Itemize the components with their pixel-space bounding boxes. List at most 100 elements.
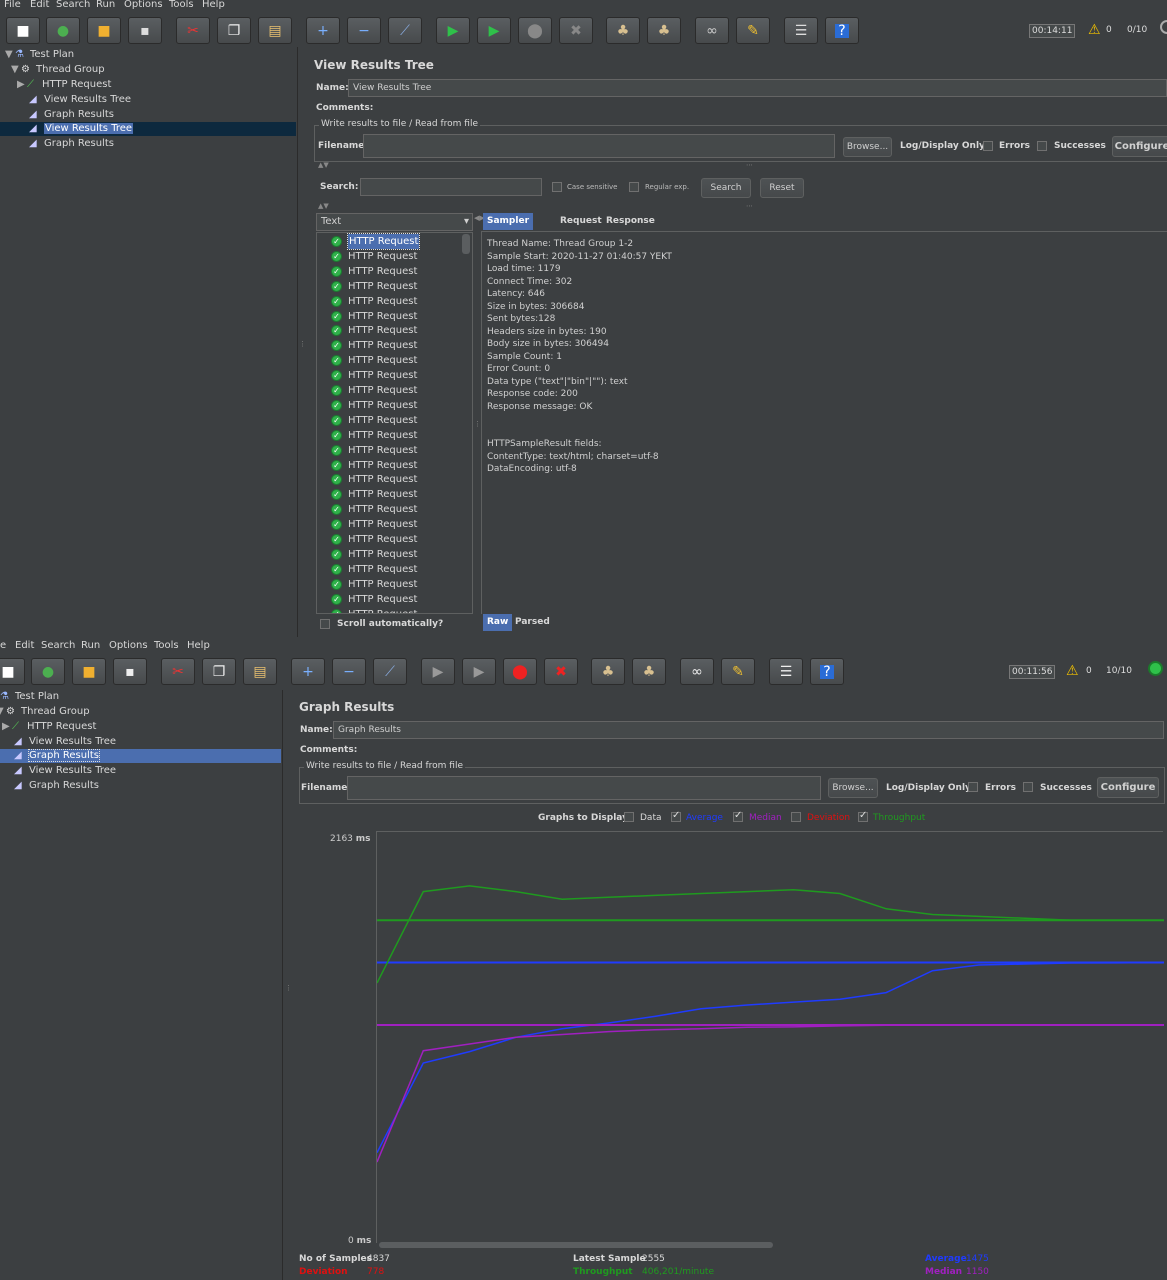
result-list-item[interactable]: ✓ HTTP Request <box>317 309 467 324</box>
result-list-item[interactable]: ✓ HTTP Request <box>317 592 467 607</box>
successes-checkbox[interactable] <box>1037 141 1047 151</box>
function-helper-button-2[interactable]: ☰ <box>769 658 803 685</box>
tree-item-graph-results[interactable]: ◢ Graph Results <box>29 108 114 122</box>
legend-data-checkbox[interactable] <box>624 812 634 822</box>
split-handle-v[interactable]: ⋮ <box>474 420 481 428</box>
shutdown-button-2[interactable]: ✖ <box>544 658 578 685</box>
legend-throughput-checkbox[interactable] <box>858 810 868 822</box>
tab-parsed[interactable]: Parsed <box>511 614 554 631</box>
result-list-item[interactable]: ✓ HTTP Request <box>317 532 467 547</box>
tree-item-http-request-2[interactable]: ▶ ⟋ HTTP Request <box>2 720 96 734</box>
start-button-2[interactable]: ▶ <box>421 658 455 685</box>
results-scrollbar-thumb[interactable] <box>462 234 470 254</box>
warning-icon[interactable]: ⚠ <box>1088 22 1101 38</box>
successes-checkbox-2[interactable] <box>1023 782 1033 792</box>
result-list-item[interactable]: ✓ HTTP Request <box>317 323 467 338</box>
menu-file-2[interactable]: e <box>0 641 6 651</box>
cut-button-2[interactable]: ✂ <box>161 658 195 685</box>
result-list-item[interactable]: ✓ HTTP Request <box>317 383 467 398</box>
graph-scrollbar-thumb[interactable] <box>379 1242 773 1248</box>
clear-all-button-2[interactable]: ♣ <box>632 658 666 685</box>
start-no-pauses-button-2[interactable]: ▶ <box>462 658 496 685</box>
errors-checkbox[interactable] <box>983 141 993 151</box>
results-list[interactable]: ✓ HTTP Request ✓ HTTP Request ✓ HTTP Request ✓… <box>316 232 473 614</box>
tab-response-data[interactable]: Response data <box>602 213 659 243</box>
name-input[interactable]: View Results Tree <box>348 79 1167 97</box>
result-list-item[interactable]: ✓ HTTP Request <box>317 562 467 577</box>
tree-item-thread-group-2[interactable]: ▼⚙Thread Group <box>0 705 90 719</box>
result-list-item[interactable]: ✓ HTTP Request <box>317 487 467 502</box>
menu-run[interactable]: Run <box>96 0 115 10</box>
stop-button[interactable]: ⬤ <box>518 17 552 44</box>
tree-item-view-results-tree[interactable]: ◢ View Results Tree <box>29 93 131 107</box>
configure-button-2[interactable]: Configure <box>1097 777 1159 798</box>
tree-item-graph-results-3[interactable]: ◢ Graph Results <box>14 779 99 793</box>
open-button-2[interactable]: ■ <box>72 658 106 685</box>
result-list-item[interactable]: ✓ HTTP Request <box>317 413 467 428</box>
result-list-item[interactable]: ✓ HTTP Request <box>317 577 467 592</box>
open-button[interactable]: ■ <box>87 17 121 44</box>
result-list-item[interactable]: ✓ HTTP Request <box>317 458 467 473</box>
menu-options-2[interactable]: Options <box>109 641 148 651</box>
reset-button[interactable]: Reset <box>760 178 804 198</box>
search-tree-button-2[interactable]: ∞ <box>680 658 714 685</box>
search-button[interactable]: Search <box>701 178 751 198</box>
start-no-pauses-button[interactable]: ▶ <box>477 17 511 44</box>
search-input[interactable] <box>360 178 542 196</box>
browse-button-2[interactable]: Browse... <box>828 778 878 798</box>
start-button[interactable]: ▶ <box>436 17 470 44</box>
result-list-item[interactable]: ✓ HTTP Request <box>317 233 467 250</box>
warning-icon-2[interactable]: ⚠ <box>1066 663 1079 679</box>
shutdown-button[interactable]: ✖ <box>559 17 593 44</box>
tree-item-test-plan-2[interactable]: ⚗ Test Plan <box>0 690 59 704</box>
menu-search-2[interactable]: Search <box>41 641 75 651</box>
paste-button[interactable]: ▤ <box>258 17 292 44</box>
collapse-arrows-icon[interactable]: ▲▼ <box>318 161 329 169</box>
filename-input-2[interactable] <box>347 776 821 800</box>
browse-button[interactable]: Browse... <box>843 137 892 157</box>
split-handle-3[interactable]: ⋮ <box>285 984 292 992</box>
function-helper-button[interactable]: ☰ <box>784 17 818 44</box>
menu-options[interactable]: Options <box>124 0 163 10</box>
result-list-item[interactable]: ✓ HTTP Request <box>317 398 467 413</box>
save-button-2[interactable]: ▪ <box>113 658 147 685</box>
help-button[interactable]: ? <box>825 17 859 44</box>
paste-button-2[interactable]: ▤ <box>243 658 277 685</box>
legend-deviation-checkbox[interactable] <box>791 812 801 822</box>
tree-item-thread-group[interactable]: ▼ ⚙ Thread Group <box>11 63 105 77</box>
tree-item-view-results-tree-2[interactable]: ◢ View Results Tree <box>14 735 116 749</box>
menu-edit[interactable]: Edit <box>30 0 49 10</box>
result-list-item[interactable]: ✓ HTTP Request <box>317 502 467 517</box>
legend-median-checkbox[interactable] <box>733 810 743 822</box>
expand-button-2[interactable]: + <box>291 658 325 685</box>
templates-button[interactable]: ● <box>46 17 80 44</box>
tree-item-graph-results-selected[interactable]: ◢ Graph Results <box>0 749 281 763</box>
result-list-item[interactable]: ✓ HTTP Request <box>317 338 467 353</box>
filename-input[interactable] <box>363 134 835 158</box>
split-handle-h[interactable]: ⋯ <box>746 161 753 169</box>
result-list-item[interactable]: ✓ HTTP Request <box>317 517 467 532</box>
result-list-item[interactable]: ✓ HTTP Request <box>317 607 467 613</box>
toggle-button-2[interactable]: ⟋ <box>373 658 407 685</box>
menu-file[interactable]: File <box>4 0 21 10</box>
tree-item-view-results-tree-3[interactable]: ◢ View Results Tree <box>14 764 116 778</box>
tab-raw[interactable]: Raw <box>483 614 513 631</box>
result-list-item[interactable]: ✓ HTTP Request <box>317 294 467 309</box>
case-sensitive-checkbox[interactable] <box>552 182 562 192</box>
clear-button[interactable]: ♣ <box>606 17 640 44</box>
collapse-button-2[interactable]: − <box>332 658 366 685</box>
templates-button-2[interactable]: ● <box>31 658 65 685</box>
clear-all-button[interactable]: ♣ <box>647 17 681 44</box>
result-list-item[interactable]: ✓ HTTP Request <box>317 443 467 458</box>
clear-button-2[interactable]: ♣ <box>591 658 625 685</box>
menu-tools[interactable]: Tools <box>169 0 194 10</box>
split-handle-h2[interactable]: ⋯ <box>746 202 753 210</box>
result-list-item[interactable]: ✓ HTTP Request <box>317 428 467 443</box>
regex-checkbox[interactable] <box>629 182 639 192</box>
tree-item-test-plan[interactable]: ▼ ⚗ Test Plan <box>5 48 74 62</box>
scroll-auto-checkbox[interactable] <box>320 619 330 629</box>
result-list-item[interactable]: ✓ HTTP Request <box>317 472 467 487</box>
result-list-item[interactable]: ✓ HTTP Request <box>317 368 467 383</box>
save-button[interactable]: ▪ <box>128 17 162 44</box>
reset-search-button-2[interactable]: ✎ <box>721 658 755 685</box>
